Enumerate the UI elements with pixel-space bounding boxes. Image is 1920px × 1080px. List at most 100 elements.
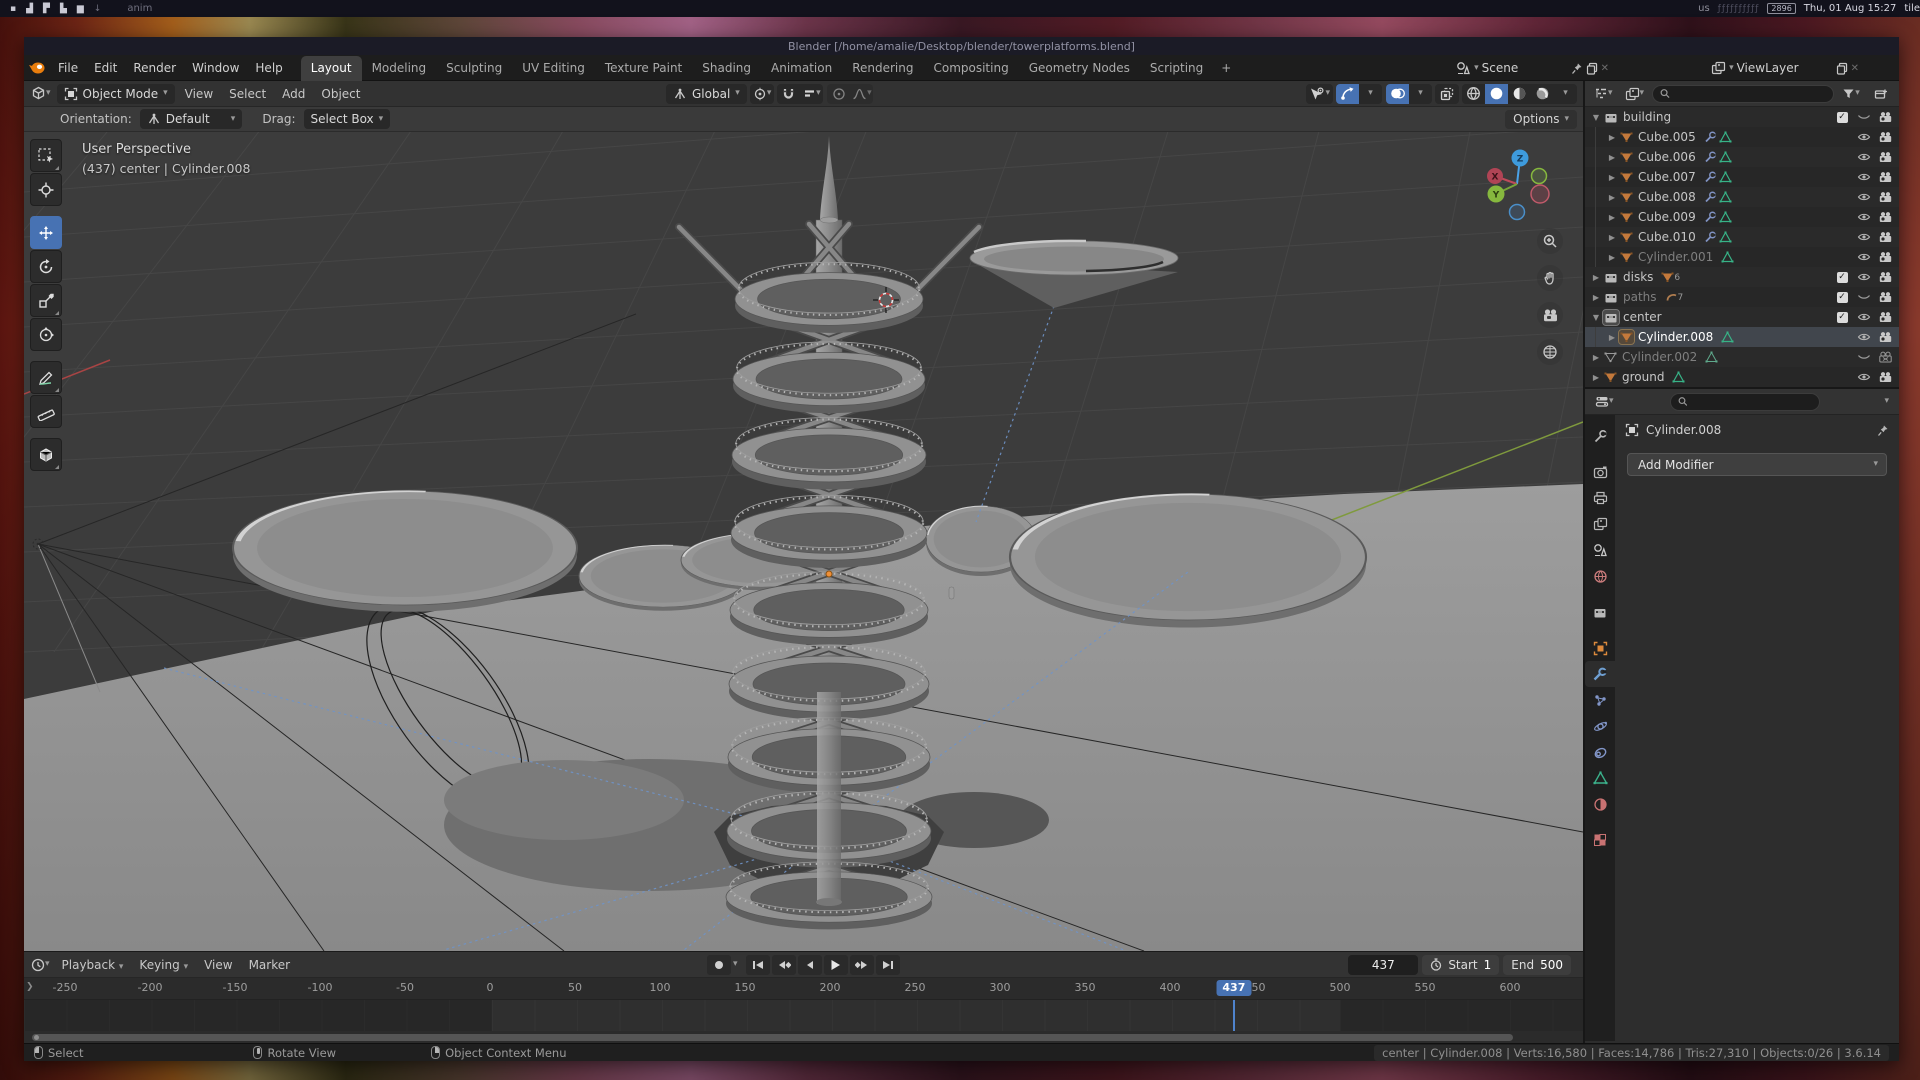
viewport-canvas[interactable]: User Perspective (437) center | Cylinder… xyxy=(24,132,1583,951)
workspace-tab-rendering[interactable]: Rendering xyxy=(842,56,923,81)
disable-render-toggle[interactable] xyxy=(1876,251,1894,263)
toggle-orthographic-icon[interactable] xyxy=(1537,339,1563,365)
snap-magnet-icon[interactable] xyxy=(777,84,800,104)
expand-region-arrow[interactable]: ❯ xyxy=(26,982,34,992)
shading-dropdown[interactable]: ▾ xyxy=(1554,84,1577,104)
orientation-default-dropdown[interactable]: Default ▾ xyxy=(140,109,243,129)
expander-icon[interactable]: ▶ xyxy=(1605,333,1619,342)
properties-tab-tool[interactable] xyxy=(1585,423,1615,449)
outliner-row-cube-009[interactable]: ▶Cube.009 xyxy=(1585,207,1899,227)
editor-type-properties-icon[interactable]: ▾ xyxy=(1592,392,1617,412)
outliner-search-input[interactable] xyxy=(1675,88,1826,100)
playhead-frame-badge[interactable]: 437 xyxy=(1216,980,1251,996)
outliner-row-ground[interactable]: ▶ground xyxy=(1585,367,1899,387)
jump-to-start-button[interactable] xyxy=(746,955,770,975)
disable-render-toggle[interactable] xyxy=(1876,191,1894,203)
menu-window[interactable]: Window xyxy=(184,57,247,79)
expander-icon[interactable]: ▶ xyxy=(1605,133,1619,142)
disable-render-toggle[interactable] xyxy=(1876,371,1894,383)
new-collection-button[interactable] xyxy=(1869,84,1893,104)
expander-icon[interactable]: ▶ xyxy=(1589,373,1603,382)
outliner-row-cube-010[interactable]: ▶Cube.010 xyxy=(1585,227,1899,247)
gizmo-dropdown[interactable]: ▾ xyxy=(1359,84,1382,104)
show-gizmo-toggle[interactable] xyxy=(1336,84,1359,104)
expander-icon[interactable]: ▶ xyxy=(1605,193,1619,202)
properties-tab-physics[interactable] xyxy=(1585,713,1615,739)
mode-dropdown[interactable]: Object Mode ▾ xyxy=(57,84,175,104)
properties-tab-data[interactable] xyxy=(1585,765,1615,791)
properties-search[interactable] xyxy=(1670,393,1820,411)
outliner-row-cylinder-001[interactable]: ▶Cylinder.001 xyxy=(1585,247,1899,267)
outliner-row-disks[interactable]: ▶disks6✓ xyxy=(1585,267,1899,287)
previous-frame-button[interactable] xyxy=(798,955,822,975)
properties-tab-particles[interactable] xyxy=(1585,687,1615,713)
menu-help[interactable]: Help xyxy=(247,57,290,79)
outliner-row-paths[interactable]: ▶paths7✓ xyxy=(1585,287,1899,307)
drag-mode-dropdown[interactable]: Select Box ▾ xyxy=(304,109,391,129)
hide-viewport-toggle[interactable] xyxy=(1855,192,1873,202)
properties-tab-render[interactable] xyxy=(1585,459,1615,485)
outliner-display-mode-dropdown[interactable]: ▾ xyxy=(1622,84,1648,104)
timeline-scrollbar[interactable] xyxy=(24,1031,1583,1043)
system-tray-icons[interactable]: ƒƒƒƒƒƒƒƒƒƒ xyxy=(1718,4,1760,14)
object-type-visibility-dropdown[interactable]: ▾ xyxy=(1306,84,1333,104)
hide-viewport-toggle[interactable] xyxy=(1855,372,1873,382)
hide-viewport-toggle[interactable] xyxy=(1855,132,1873,142)
expander-icon[interactable]: ▶ xyxy=(1605,153,1619,162)
properties-tab-world[interactable] xyxy=(1585,563,1615,589)
disable-render-toggle[interactable] xyxy=(1876,151,1894,163)
tool-scale-button[interactable] xyxy=(30,284,62,317)
disable-render-toggle[interactable] xyxy=(1876,351,1894,363)
properties-tab-material[interactable] xyxy=(1585,791,1615,817)
disable-render-toggle[interactable] xyxy=(1876,111,1894,123)
outliner-row-cylinder-008[interactable]: ▶Cylinder.008 xyxy=(1585,327,1899,347)
pan-view-hand-icon[interactable] xyxy=(1537,265,1563,291)
collection-checkbox[interactable]: ✓ xyxy=(1833,272,1851,283)
properties-tab-object[interactable] xyxy=(1585,635,1615,661)
auto-keying-button[interactable] xyxy=(707,955,731,975)
disable-render-toggle[interactable] xyxy=(1876,231,1894,243)
disable-render-toggle[interactable] xyxy=(1876,211,1894,223)
expander-icon[interactable]: ▶ xyxy=(1605,233,1619,242)
editor-type-outliner-icon[interactable]: ▾ xyxy=(1591,84,1616,104)
proportional-editing-icon[interactable] xyxy=(827,84,850,104)
properties-tab-collection[interactable] xyxy=(1585,599,1615,625)
timeline-ruler[interactable]: ❯ -250-200-150-100-500501001502002503003… xyxy=(24,978,1583,1000)
expander-icon[interactable]: ▶ xyxy=(1589,293,1603,302)
properties-tab-output[interactable] xyxy=(1585,485,1615,511)
properties-tab-texture[interactable] xyxy=(1585,827,1615,853)
hide-viewport-toggle[interactable] xyxy=(1855,212,1873,222)
hide-viewport-toggle[interactable] xyxy=(1855,272,1873,282)
properties-tab-modifiers[interactable] xyxy=(1585,661,1615,687)
pivot-point-dropdown[interactable]: ▾ xyxy=(750,84,775,104)
workspace-tab-animation[interactable]: Animation xyxy=(761,56,842,81)
workspace-tab-uv-editing[interactable]: UV Editing xyxy=(512,56,595,81)
scene-selector[interactable]: ▾ Scene ✕ xyxy=(1456,58,1609,78)
expander-icon[interactable]: ▶ xyxy=(1605,253,1619,262)
copy-icon[interactable] xyxy=(1836,62,1848,75)
outliner-row-center[interactable]: ▼center✓ xyxy=(1585,307,1899,327)
snap-target-dropdown[interactable]: ▾ xyxy=(800,84,823,104)
properties-search-input[interactable] xyxy=(1692,396,1811,408)
add-modifier-button[interactable]: Add Modifier ▾ xyxy=(1627,453,1887,476)
menu-render[interactable]: Render xyxy=(125,57,184,79)
previous-keyframe-button[interactable] xyxy=(772,955,796,975)
disable-render-toggle[interactable] xyxy=(1876,311,1894,323)
filter-dropdown[interactable]: ▾ xyxy=(1839,84,1863,104)
workspace-tab-geometry-nodes[interactable]: Geometry Nodes xyxy=(1019,56,1140,81)
viewport-menu-object[interactable]: Object xyxy=(313,83,368,105)
workspace-tab-compositing[interactable]: Compositing xyxy=(923,56,1018,81)
blender-logo-icon[interactable] xyxy=(24,61,50,75)
hide-viewport-toggle[interactable] xyxy=(1855,293,1873,301)
shading-rendered-button[interactable] xyxy=(1531,84,1554,104)
workspace-tab-layout[interactable]: Layout xyxy=(301,56,362,81)
tool-select-box-button[interactable] xyxy=(30,139,62,172)
collection-checkbox[interactable]: ✓ xyxy=(1833,112,1851,123)
collection-checkbox[interactable]: ✓ xyxy=(1833,312,1851,323)
hide-viewport-toggle[interactable] xyxy=(1855,113,1873,121)
workspace-tab-texture-paint[interactable]: Texture Paint xyxy=(595,56,692,81)
outliner-row-cylinder-002[interactable]: ▶Cylinder.002 xyxy=(1585,347,1899,367)
next-keyframe-button[interactable] xyxy=(850,955,874,975)
toggle-xray-button[interactable] xyxy=(1435,84,1459,104)
hide-viewport-toggle[interactable] xyxy=(1855,312,1873,322)
